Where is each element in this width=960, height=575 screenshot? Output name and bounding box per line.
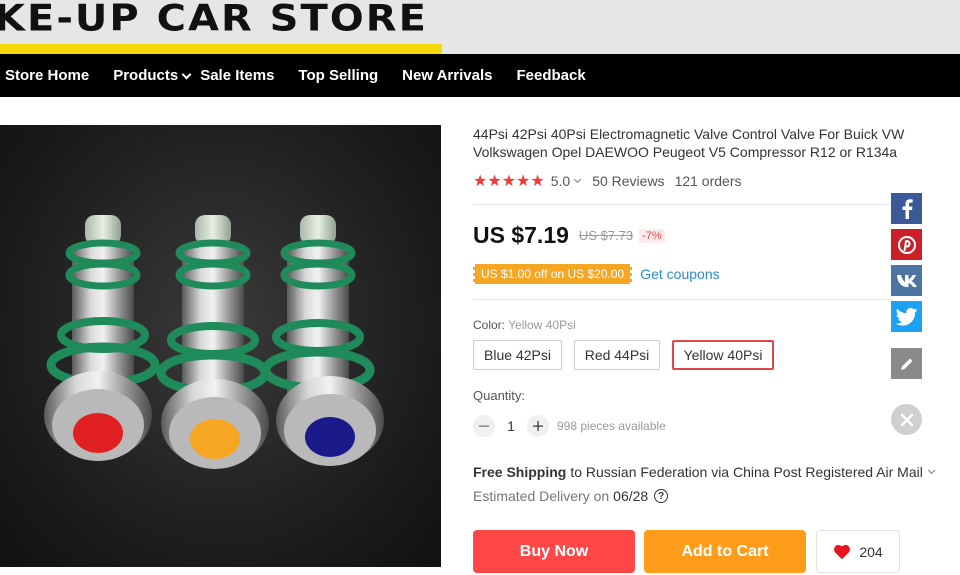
get-coupons-link[interactable]: Get coupons [640, 266, 719, 282]
nav-products[interactable]: Products [113, 67, 192, 84]
banner-stripe [0, 44, 442, 54]
facebook-share-button[interactable] [891, 193, 922, 224]
nav-feedback[interactable]: Feedback [516, 67, 585, 84]
nav-store-home[interactable]: Store Home [5, 67, 89, 84]
product-title: 44Psi 42Psi 40Psi Electromagnetic Valve … [473, 126, 905, 160]
divider [473, 299, 893, 300]
current-price: US $7.19 [473, 222, 569, 248]
valve-illustration [44, 215, 384, 469]
price-row: US $7.19 US $7.73 -7% [473, 222, 665, 249]
vk-icon [896, 274, 917, 287]
nav-label: New Arrivals [402, 67, 493, 84]
twitter-share-button[interactable] [891, 301, 922, 332]
divider [473, 204, 893, 205]
facebook-icon [902, 198, 913, 219]
pinterest-share-button[interactable] [891, 229, 922, 260]
wishlist-count: 204 [859, 543, 883, 560]
rating-value[interactable]: 5.0 [551, 173, 570, 189]
delivery-date: 06/28 [613, 488, 649, 504]
shipping-details: to Russian Federation via China Post Reg… [570, 464, 923, 480]
color-label-text: Color: [473, 318, 506, 332]
free-shipping-label: Free Shipping [473, 464, 567, 480]
minus-icon [479, 425, 489, 427]
nav-sale-items[interactable]: Sale Items [200, 67, 274, 84]
nav-new-arrivals[interactable]: New Arrivals [402, 67, 492, 84]
quantity-stepper: 1 998 pieces available [473, 415, 666, 437]
nav-label: Feedback [516, 67, 586, 84]
color-selected-value: Yellow 40Psi [508, 318, 576, 332]
close-icon [900, 413, 913, 426]
decrement-button[interactable] [473, 415, 495, 437]
close-share-button[interactable] [891, 404, 922, 435]
chevron-down-icon[interactable] [927, 466, 935, 475]
available-pieces: 998 pieces available [557, 419, 666, 433]
question-icon[interactable]: ? [654, 489, 669, 503]
edit-button[interactable] [891, 348, 922, 379]
store-nav: Store Home Products Sale Items Top Selli… [0, 54, 960, 97]
twitter-icon [895, 307, 917, 326]
discount-badge: -7% [639, 228, 665, 243]
orders-count: 121 orders [674, 173, 742, 189]
add-to-cart-button[interactable]: Add to Cart [644, 530, 806, 573]
original-price: US $7.73 [578, 228, 634, 243]
increment-button[interactable] [527, 415, 549, 437]
wishlist-button[interactable]: 204 [816, 530, 900, 573]
delivery-label: Estimated Delivery on [473, 488, 610, 504]
nav-label: Store Home [5, 67, 90, 84]
vk-share-button[interactable] [891, 265, 922, 296]
heart-icon [834, 544, 851, 559]
quantity-label: Quantity: [473, 388, 526, 403]
option-yellow-40psi[interactable]: Yellow 40Psi [672, 340, 774, 370]
coupon-tag[interactable]: US $1.00 off on US $20.00 [470, 264, 635, 284]
store-banner: KE-UP CAR STORE [0, 0, 960, 54]
nav-label: Sale Items [200, 67, 275, 84]
nav-top-selling[interactable]: Top Selling [298, 67, 378, 84]
plus-icon [533, 421, 543, 431]
pinterest-icon [897, 235, 916, 254]
store-logo-text: KE-UP CAR STORE [0, 0, 428, 40]
reviews-link[interactable]: 50 Reviews [592, 173, 664, 189]
nav-label: Products [113, 67, 179, 84]
product-image[interactable] [0, 125, 441, 567]
chevron-down-icon [181, 69, 192, 79]
shipping-info[interactable]: Free Shipping to Russian Federation via … [473, 464, 935, 480]
option-blue-42psi[interactable]: Blue 42Psi [473, 340, 562, 370]
coupon-row: US $1.00 off on US $20.00 Get coupons [470, 264, 720, 284]
edit-icon [900, 358, 912, 370]
option-red-44psi[interactable]: Red 44Psi [574, 340, 660, 370]
delivery-info: Estimated Delivery on 06/28 ? [473, 488, 669, 504]
quantity-input[interactable]: 1 [495, 418, 527, 434]
color-label: Color: Yellow 40Psi [473, 318, 576, 332]
buy-now-button[interactable]: Buy Now [473, 530, 635, 573]
chevron-down-icon[interactable] [574, 175, 582, 184]
star-rating-icon: ★★★★★ [473, 173, 545, 190]
rating-row: ★★★★★ 5.0 50 Reviews 121 orders [473, 171, 742, 191]
nav-label: Top Selling [298, 67, 379, 84]
